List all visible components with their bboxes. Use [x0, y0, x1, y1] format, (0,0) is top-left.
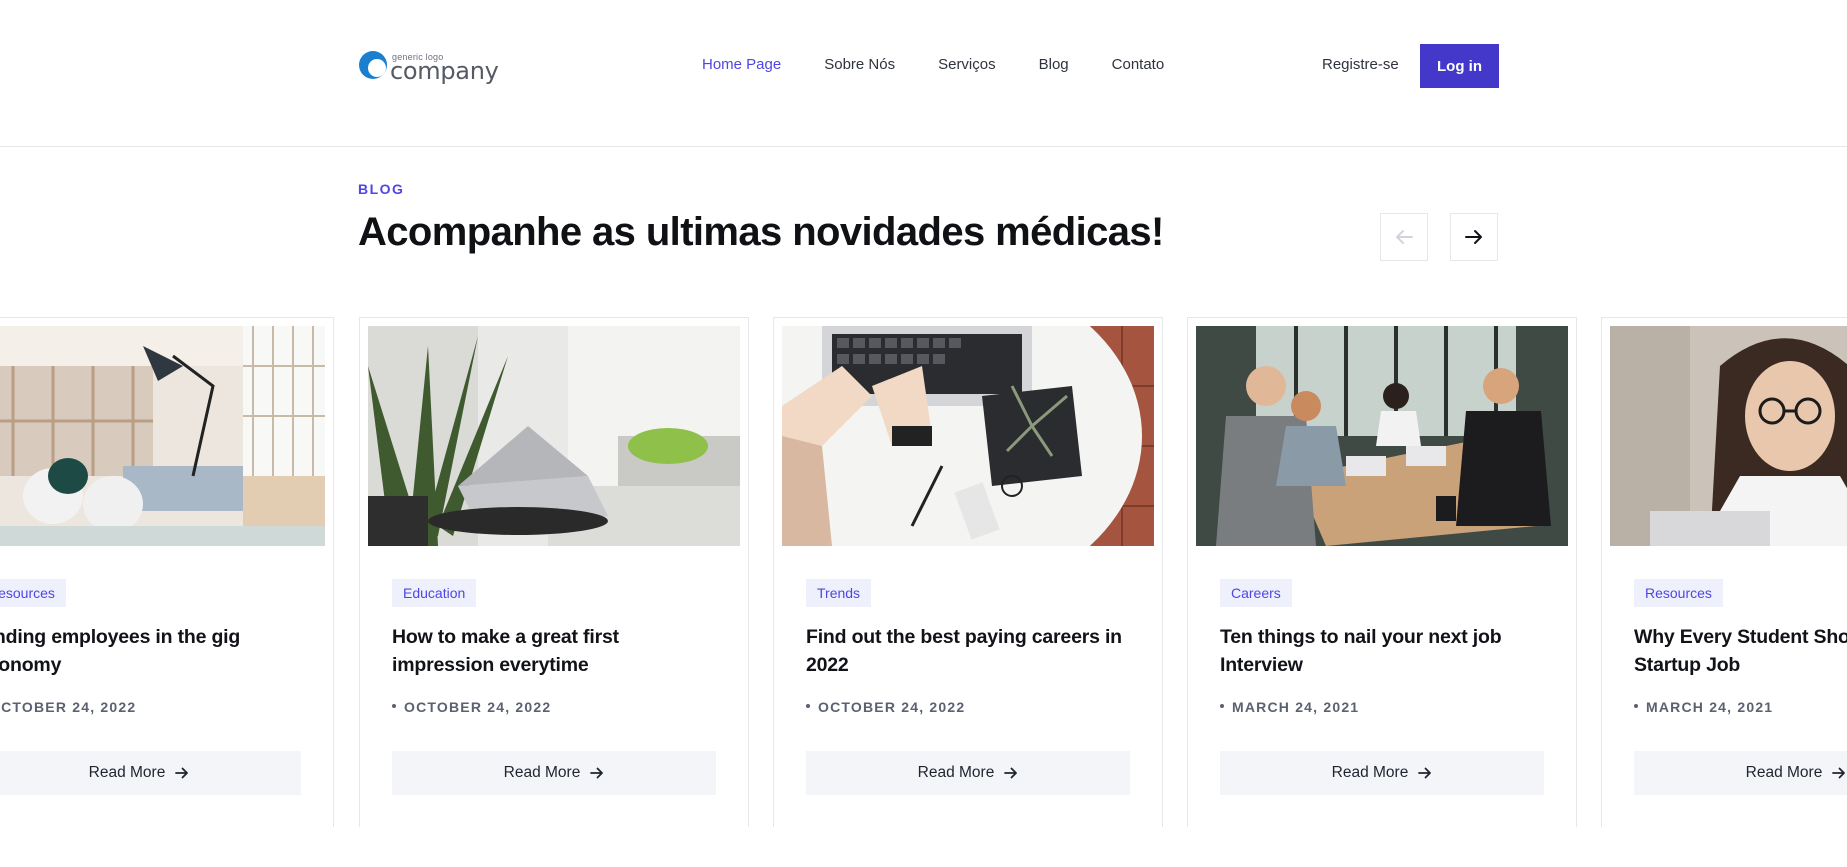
read-more-button[interactable]: Read More — [0, 751, 301, 795]
card-date: OCTOBER 24, 2022 — [0, 699, 136, 715]
blog-carousel: Resources Finding employees in the gig e… — [0, 317, 1847, 827]
card-title[interactable]: Finding employees in the gig economy — [0, 623, 307, 679]
card-title[interactable]: How to make a great first impression eve… — [392, 623, 722, 679]
register-link[interactable]: Registre-se — [1322, 56, 1399, 73]
read-more-label: Read More — [503, 764, 581, 781]
section-eyebrow: BLOG — [358, 181, 405, 197]
card-date: MARCH 24, 2021 — [1634, 699, 1773, 715]
read-more-button[interactable]: Read More — [806, 751, 1130, 795]
bullet-icon — [806, 704, 810, 709]
nav-item-home[interactable]: Home Page — [702, 56, 781, 76]
nav-item-sobre-nos[interactable]: Sobre Nós — [824, 56, 895, 76]
card-title[interactable]: Find out the best paying careers in 2022 — [806, 623, 1136, 679]
logo-mark-icon — [359, 51, 387, 79]
card-image-typing-laptop — [782, 326, 1154, 546]
read-more-button[interactable]: Read More — [1220, 751, 1544, 795]
logo-wordmark: company — [390, 57, 499, 85]
card-image-office-lounge — [0, 326, 325, 546]
arrow-right-icon — [1465, 230, 1482, 244]
arrow-right-icon — [1004, 767, 1018, 779]
blog-card[interactable]: Resources Why Every Student Should Get a… — [1601, 317, 1847, 827]
card-date: MARCH 24, 2021 — [1220, 699, 1359, 715]
read-more-button[interactable]: Read More — [1634, 751, 1847, 795]
card-image-student-portrait — [1610, 326, 1847, 546]
blog-card[interactable]: Education How to make a great first impr… — [359, 317, 749, 827]
card-date-text: OCTOBER 24, 2022 — [0, 699, 137, 715]
card-title[interactable]: Why Every Student Should Get a Startup J… — [1634, 623, 1847, 679]
arrow-right-icon — [1418, 767, 1432, 779]
section-title: Acompanhe as ultimas novidades médicas! — [358, 210, 1164, 254]
read-more-button[interactable]: Read More — [392, 751, 716, 795]
arrow-right-icon — [1832, 767, 1846, 779]
arrow-right-icon — [590, 767, 604, 779]
read-more-label: Read More — [917, 764, 995, 781]
card-image-team-meeting — [1196, 326, 1568, 546]
card-tag[interactable]: Education — [392, 579, 477, 607]
company-logo[interactable]: generic logo company — [358, 48, 499, 85]
read-more-label: Read More — [1745, 764, 1823, 781]
card-date: OCTOBER 24, 2022 — [806, 699, 965, 715]
carousel-next-button[interactable] — [1450, 213, 1498, 261]
card-image-laptop-plant — [368, 326, 740, 546]
blog-card[interactable]: Trends Find out the best paying careers … — [773, 317, 1163, 827]
nav-item-servicos[interactable]: Serviços — [938, 56, 996, 76]
card-tag[interactable]: Resources — [0, 579, 66, 607]
card-tag[interactable]: Trends — [806, 579, 872, 607]
card-date-text: MARCH 24, 2021 — [1646, 699, 1774, 715]
read-more-label: Read More — [1331, 764, 1409, 781]
read-more-label: Read More — [88, 764, 166, 781]
card-tag[interactable]: Careers — [1220, 579, 1292, 607]
bullet-icon — [1220, 704, 1224, 709]
card-date-text: MARCH 24, 2021 — [1232, 699, 1360, 715]
nav-item-contato[interactable]: Contato — [1112, 56, 1165, 76]
card-tag[interactable]: Resources — [1634, 579, 1723, 607]
card-date-text: OCTOBER 24, 2022 — [404, 699, 552, 715]
nav-item-blog[interactable]: Blog — [1039, 56, 1069, 76]
carousel-prev-button[interactable] — [1380, 213, 1428, 261]
card-title[interactable]: Ten things to nail your next job Intervi… — [1220, 623, 1550, 679]
bullet-icon — [1634, 704, 1638, 709]
card-date-text: OCTOBER 24, 2022 — [818, 699, 966, 715]
blog-card[interactable]: Careers Ten things to nail your next job… — [1187, 317, 1577, 827]
card-date: OCTOBER 24, 2022 — [392, 699, 551, 715]
main-nav: Home Page Sobre Nós Serviços Blog Contat… — [702, 56, 1207, 76]
bullet-icon — [392, 704, 396, 709]
login-button[interactable]: Log in — [1420, 44, 1499, 88]
blog-card[interactable]: Resources Finding employees in the gig e… — [0, 317, 334, 827]
site-header: generic logo company Home Page Sobre Nós… — [0, 0, 1847, 147]
arrow-right-icon — [175, 767, 189, 779]
arrow-left-icon — [1396, 230, 1413, 244]
